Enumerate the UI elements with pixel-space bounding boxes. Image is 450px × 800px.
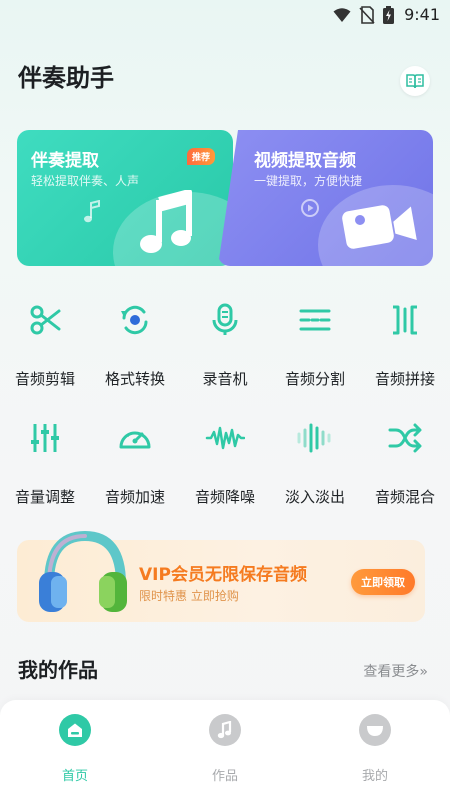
- wifi-icon: [333, 7, 351, 22]
- tool-volume-adjust[interactable]: 音量调整: [5, 408, 85, 518]
- tool-label: 音频拼接: [374, 370, 435, 388]
- tool-label: 格式转换: [104, 370, 165, 388]
- tool-label: 音频混合: [374, 488, 435, 506]
- tab-mine[interactable]: 我的: [330, 714, 420, 784]
- status-icons: 9:41: [333, 5, 440, 24]
- convert-icon: [113, 298, 157, 342]
- tool-audio-split[interactable]: 音频分割: [275, 290, 355, 400]
- vip-subtitle: 限时特惠 立即抢购: [139, 589, 239, 603]
- tool-audio-cut[interactable]: 音频剪辑: [5, 290, 85, 400]
- book-icon: [406, 74, 424, 89]
- tool-label: 录音机: [202, 370, 248, 388]
- scissors-icon: [23, 298, 67, 342]
- tool-format-convert[interactable]: 格式转换: [95, 290, 175, 400]
- no-sim-icon: [359, 5, 375, 24]
- play-circle-icon: [301, 199, 319, 217]
- tool-label: 音频加速: [104, 488, 165, 506]
- card-subtitle: 轻松提取伴奏、人声: [31, 174, 140, 188]
- manual-button[interactable]: [400, 66, 430, 96]
- tool-label: 音频剪辑: [14, 370, 75, 388]
- tool-audio-join[interactable]: 音频拼接: [365, 290, 445, 400]
- bottom-tab-bar: 首页 作品 我的: [0, 700, 450, 800]
- tool-label: 淡入淡出: [284, 488, 345, 506]
- waveform-icon: [203, 416, 247, 460]
- claim-now-button[interactable]: 立即领取: [351, 569, 415, 595]
- join-icon: [383, 298, 427, 342]
- profile-icon: [359, 714, 391, 746]
- tool-label: 音频降噪: [194, 488, 255, 506]
- tool-label: 音频分割: [284, 370, 345, 388]
- microphone-icon: [203, 298, 247, 342]
- card-subtitle: 一键提取，方便快捷: [254, 174, 363, 188]
- card-title: 伴奏提取: [31, 151, 99, 171]
- video-extract-audio-card[interactable]: 视频提取音频 一键提取，方便快捷: [218, 130, 433, 266]
- recommend-badge: 推荐: [187, 148, 216, 165]
- card-title: 视频提取音频: [254, 151, 356, 171]
- tool-fade-in-out[interactable]: 淡入淡出: [275, 408, 355, 518]
- status-time: 9:41: [404, 5, 440, 24]
- tool-noise-reduction[interactable]: 音频降噪: [185, 408, 265, 518]
- battery-icon: [383, 5, 395, 24]
- shuffle-icon: [383, 416, 427, 460]
- video-camera-icon: [342, 205, 417, 249]
- page-title: 伴奏助手: [18, 64, 114, 92]
- tool-label: 音量调整: [14, 488, 75, 506]
- sliders-icon: [23, 416, 67, 460]
- music-note-icon: [209, 714, 241, 746]
- tab-label: 我的: [361, 769, 388, 784]
- headphones-icon: [39, 530, 127, 612]
- music-note-icon: [140, 190, 192, 253]
- tab-label: 首页: [61, 769, 88, 784]
- tool-audio-mix[interactable]: 音频混合: [365, 408, 445, 518]
- vip-banner[interactable]: VIP会员无限保存音频 限时特惠 立即抢购 立即领取: [17, 530, 425, 622]
- tab-label: 作品: [211, 769, 238, 784]
- fade-icon: [293, 416, 337, 460]
- home-icon: [59, 714, 91, 746]
- small-note-icon: [84, 200, 100, 223]
- status-bar: 9:41: [0, 0, 450, 32]
- vip-title: VIP会员无限保存音频: [139, 565, 307, 585]
- tab-works[interactable]: 作品: [180, 714, 270, 784]
- tab-home[interactable]: 首页: [30, 714, 120, 784]
- tool-recorder[interactable]: 录音机: [185, 290, 265, 400]
- view-more-link[interactable]: 查看更多»: [363, 661, 428, 681]
- tool-audio-speed[interactable]: 音频加速: [95, 408, 175, 518]
- split-icon: [293, 298, 337, 342]
- my-works-title: 我的作品: [18, 658, 98, 682]
- accompaniment-extract-card[interactable]: 伴奏提取 推荐 轻松提取伴奏、人声: [17, 130, 233, 266]
- speedometer-icon: [113, 416, 157, 460]
